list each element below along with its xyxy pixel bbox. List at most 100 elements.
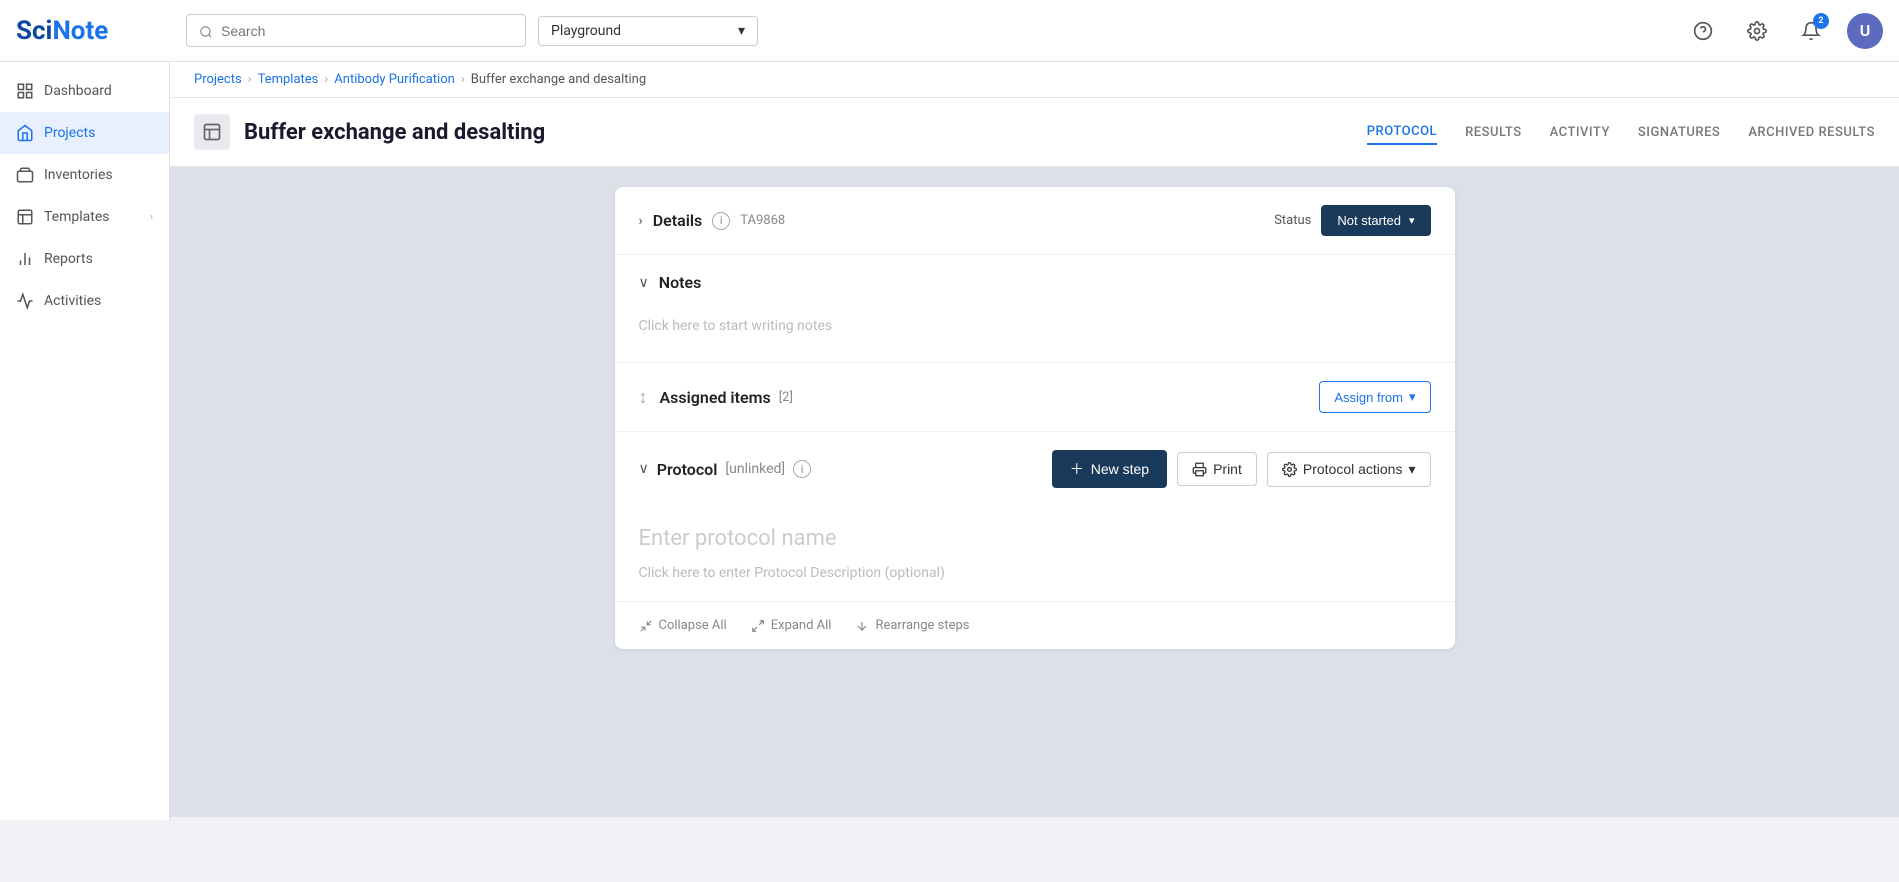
sidebar: Dashboard Projects Inventories Temp <box>0 62 170 820</box>
breadcrumb-sep: › <box>324 72 328 87</box>
protocol-footer: Collapse All Expand All Rearrange s <box>615 601 1455 649</box>
help-button[interactable] <box>1685 13 1721 49</box>
assigned-items-header-left: ↕ Assigned items [2] <box>639 387 793 408</box>
breadcrumb-projects[interactable]: Projects <box>194 72 242 87</box>
notifications-button[interactable]: 2 <box>1793 13 1829 49</box>
sidebar-item-activities[interactable]: Activities <box>0 280 169 322</box>
notes-section-header[interactable]: ∨ Notes <box>615 255 1455 310</box>
info-icon[interactable]: i <box>712 212 730 230</box>
details-id: TA9868 <box>740 213 785 228</box>
chevron-down-icon: ∨ <box>639 275 649 291</box>
notes-placeholder[interactable]: Click here to start writing notes <box>639 310 1431 342</box>
page-header: Buffer exchange and desalting PROTOCOL R… <box>170 98 1899 167</box>
breadcrumb-antibody[interactable]: Antibody Purification <box>334 72 455 87</box>
print-button[interactable]: Print <box>1177 452 1257 486</box>
workspace-selector[interactable]: Playground ▾ <box>538 16 758 46</box>
breadcrumb-sep: › <box>461 72 465 87</box>
expand-icon <box>751 619 765 633</box>
dashboard-icon <box>16 82 34 100</box>
workspace-label: Playground <box>551 23 621 39</box>
new-step-button[interactable]: ＋ New step <box>1052 450 1167 488</box>
content-area: › Details i TA9868 Status Not started ▾ <box>170 167 1899 817</box>
sidebar-item-label: Dashboard <box>44 83 153 99</box>
settings-button[interactable] <box>1739 13 1775 49</box>
projects-icon <box>16 124 34 142</box>
rearrange-steps-label: Rearrange steps <box>875 618 969 633</box>
tab-protocol[interactable]: PROTOCOL <box>1367 120 1437 145</box>
chevron-right-icon: › <box>150 212 153 223</box>
rearrange-icon <box>855 619 869 633</box>
sidebar-item-projects[interactable]: Projects <box>0 112 169 154</box>
protocol-description-input[interactable]: Click here to enter Protocol Description… <box>639 565 1431 581</box>
notification-badge: 2 <box>1813 13 1829 29</box>
sidebar-item-inventories[interactable]: Inventories <box>0 154 169 196</box>
avatar[interactable]: U <box>1847 13 1883 49</box>
assigned-items-header[interactable]: ↕ Assigned items [2] Assign from ▾ <box>615 363 1455 431</box>
chevron-down-icon: ▾ <box>1408 461 1415 478</box>
status-label: Status <box>1274 213 1311 228</box>
breadcrumb-templates[interactable]: Templates <box>258 72 319 87</box>
sidebar-item-label: Reports <box>44 251 153 267</box>
protocol-title: Protocol <box>657 460 718 479</box>
protocol-info-icon[interactable]: i <box>793 460 811 478</box>
details-title: Details <box>653 211 703 230</box>
sidebar-item-label: Activities <box>44 293 153 309</box>
protocol-section: ∨ Protocol [unlinked] i ＋ New step <box>615 432 1455 649</box>
page-tabs: PROTOCOL RESULTS ACTIVITY SIGNATURES ARC… <box>1367 120 1875 145</box>
sidebar-item-dashboard[interactable]: Dashboard <box>0 70 169 112</box>
notes-header-left: ∨ Notes <box>639 273 702 292</box>
assign-from-button[interactable]: Assign from ▾ <box>1319 381 1430 413</box>
chevron-down-icon: ▾ <box>1409 389 1416 405</box>
navbar: SciNote Playground ▾ <box>0 0 1899 62</box>
sidebar-item-label: Projects <box>44 125 153 141</box>
tab-results[interactable]: RESULTS <box>1465 121 1522 144</box>
chevron-down-icon: ▾ <box>1409 214 1415 227</box>
protocol-header: ∨ Protocol [unlinked] i ＋ New step <box>615 432 1455 506</box>
cursor-icon: ↕ <box>639 387 648 408</box>
search-icon <box>199 21 213 40</box>
protocol-actions-row: ＋ New step Print <box>1052 450 1431 488</box>
logo: SciNote <box>16 16 186 46</box>
page-icon <box>194 114 230 150</box>
details-header-left: › Details i TA9868 <box>639 211 786 230</box>
activities-icon <box>16 292 34 310</box>
plus-icon: ＋ <box>1070 459 1084 479</box>
sidebar-item-label: Templates <box>44 209 140 225</box>
main-content: Projects › Templates › Antibody Purifica… <box>170 62 1899 820</box>
status-value: Not started <box>1337 213 1401 228</box>
assigned-items-title: Assigned items <box>660 388 771 407</box>
navbar-right: 2 U <box>1685 13 1883 49</box>
assign-from-label: Assign from <box>1334 390 1403 405</box>
gear-icon <box>1282 462 1297 477</box>
collapse-all-button[interactable]: Collapse All <box>639 618 727 633</box>
search-bar[interactable] <box>186 14 526 47</box>
status-button[interactable]: Not started ▾ <box>1321 205 1430 236</box>
notes-body: Click here to start writing notes <box>615 310 1455 362</box>
protocol-body: Enter protocol name Click here to enter … <box>615 506 1455 601</box>
notes-section: ∨ Notes Click here to start writing note… <box>615 255 1455 363</box>
status-group: Status Not started ▾ <box>1274 205 1430 236</box>
expand-all-label: Expand All <box>771 618 832 633</box>
tab-signatures[interactable]: SIGNATURES <box>1638 121 1720 144</box>
details-section-header[interactable]: › Details i TA9868 Status Not started ▾ <box>615 187 1455 254</box>
sidebar-item-templates[interactable]: Templates › <box>0 196 169 238</box>
tab-activity[interactable]: ACTIVITY <box>1550 121 1610 144</box>
main-card: › Details i TA9868 Status Not started ▾ <box>615 187 1455 649</box>
inventories-icon <box>16 166 34 184</box>
page-title: Buffer exchange and desalting <box>244 120 545 145</box>
assigned-items-count: [2] <box>779 390 793 405</box>
breadcrumb-sep: › <box>248 72 252 87</box>
protocol-actions-button[interactable]: Protocol actions ▾ <box>1267 452 1431 487</box>
page-header-left: Buffer exchange and desalting <box>194 114 545 150</box>
protocol-header-left: ∨ Protocol [unlinked] i <box>639 460 812 479</box>
rearrange-steps-button[interactable]: Rearrange steps <box>855 618 969 633</box>
notes-title: Notes <box>659 273 702 292</box>
expand-all-button[interactable]: Expand All <box>751 618 832 633</box>
search-input[interactable] <box>221 23 513 39</box>
print-label: Print <box>1213 461 1242 477</box>
tab-archived-results[interactable]: ARCHIVED RESULTS <box>1748 121 1875 144</box>
sidebar-item-reports[interactable]: Reports <box>0 238 169 280</box>
breadcrumb: Projects › Templates › Antibody Purifica… <box>170 62 1899 98</box>
chevron-down-icon: ∨ <box>639 461 649 477</box>
protocol-name-input[interactable]: Enter protocol name <box>639 526 1431 551</box>
